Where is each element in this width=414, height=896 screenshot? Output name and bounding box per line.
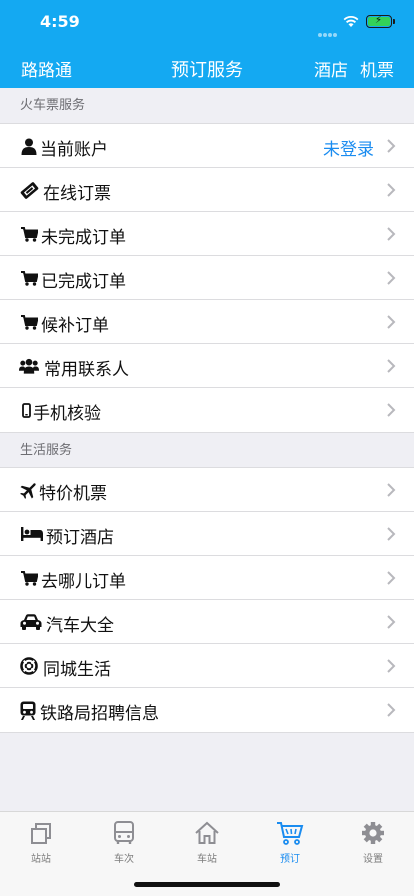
row-completed-orders[interactable]: 已完成订单 [0,256,414,300]
tab-label: 站站 [31,854,51,865]
bus-icon [114,821,134,844]
login-status: 未登录 [323,140,374,160]
chevron-right-icon [387,359,396,373]
tab-booking[interactable]: 预订 [249,820,331,870]
tab-label: 车站 [197,854,217,865]
row-label: 在线订票 [43,184,111,204]
row-label: 汽车大全 [46,616,114,636]
cart-icon [19,568,39,588]
chevron-right-icon [387,271,396,285]
row-label: 手机核验 [33,404,101,424]
hotel-link[interactable]: 酒店 [314,56,348,81]
shopping-cart-icon [277,822,304,845]
row-label: 同城生活 [43,660,111,680]
row-label: 未完成订单 [41,228,126,248]
section-header-life: 生活服务 [20,443,73,458]
row-online-booking[interactable]: 在线订票 [0,168,414,212]
row-car-encyclopedia[interactable]: 汽车大全 [0,600,414,644]
signal-icon [318,22,340,37]
row-label: 铁路局招聘信息 [40,704,159,724]
row-phone-verification[interactable]: 手机核验 [0,388,414,432]
copy-icon [31,823,51,844]
lifebuoy-icon [19,656,39,676]
chevron-right-icon [387,139,396,153]
row-label: 当前账户 [40,140,108,160]
tab-label: 预订 [280,854,300,865]
row-label: 候补订单 [41,316,109,336]
flight-link[interactable]: 机票 [360,56,394,81]
chevron-right-icon [387,227,396,241]
section-header-train: 火车票服务 [20,98,86,113]
nav-header: 4:59 ⚡ 路路通 预订服务 酒店 机票 [0,0,414,88]
chevron-right-icon [387,659,396,673]
cart-icon [19,312,39,332]
chevron-right-icon [387,315,396,329]
status-bar: 4:59 ⚡ [0,0,414,44]
row-frequent-contacts[interactable]: 常用联系人 [0,344,414,388]
row-railway-recruitment[interactable]: 铁路局招聘信息 [0,688,414,732]
wifi-icon [343,15,359,27]
row-qunar-orders[interactable]: 去哪儿订单 [0,556,414,600]
tab-station[interactable]: 车站 [166,820,248,870]
tab-station-to-station[interactable]: 站站 [0,820,82,870]
row-label: 特价机票 [39,484,107,504]
tab-train-number[interactable]: 车次 [83,820,165,870]
user-icon [19,136,39,156]
cart-icon [19,268,39,288]
row-unfinished-orders[interactable]: 未完成订单 [0,212,414,256]
chevron-right-icon [387,571,396,585]
chevron-right-icon [387,183,396,197]
row-label: 已完成订单 [41,272,126,292]
gear-icon [362,822,384,844]
row-local-life[interactable]: 同城生活 [0,644,414,688]
chevron-right-icon [387,403,396,417]
ticket-icon [19,180,39,200]
chevron-right-icon [387,615,396,629]
users-icon [19,356,39,376]
chevron-right-icon [387,483,396,497]
plane-icon [19,480,39,500]
row-discount-flights[interactable]: 特价机票 [0,468,414,512]
train-icon [18,700,38,720]
cart-icon [19,224,39,244]
row-current-account[interactable]: 当前账户 未登录 [0,124,414,168]
row-book-hotel[interactable]: 预订酒店 [0,512,414,556]
chevron-right-icon [387,527,396,541]
life-services-list: 特价机票 预订酒店 去哪儿订单 汽车大全 同城生活 铁路局招聘信息 [0,467,414,733]
row-label: 预订酒店 [46,528,114,548]
row-waitlist-orders[interactable]: 候补订单 [0,300,414,344]
home-indicator[interactable] [134,882,280,887]
page-title: 预订服务 [171,60,243,81]
chevron-right-icon [387,703,396,717]
battery-icon: ⚡ [366,15,395,28]
tab-settings[interactable]: 设置 [332,820,414,870]
row-label: 去哪儿订单 [41,572,126,592]
train-services-list: 当前账户 未登录 在线订票 未完成订单 已完成订单 候补订单 常用联系人 手机核… [0,123,414,433]
house-icon [195,821,219,844]
bed-icon [20,524,44,544]
tab-label: 设置 [363,854,383,865]
status-time: 4:59 [40,12,80,31]
car-icon [19,612,43,632]
row-label: 常用联系人 [44,360,129,380]
tab-label: 车次 [114,854,134,865]
